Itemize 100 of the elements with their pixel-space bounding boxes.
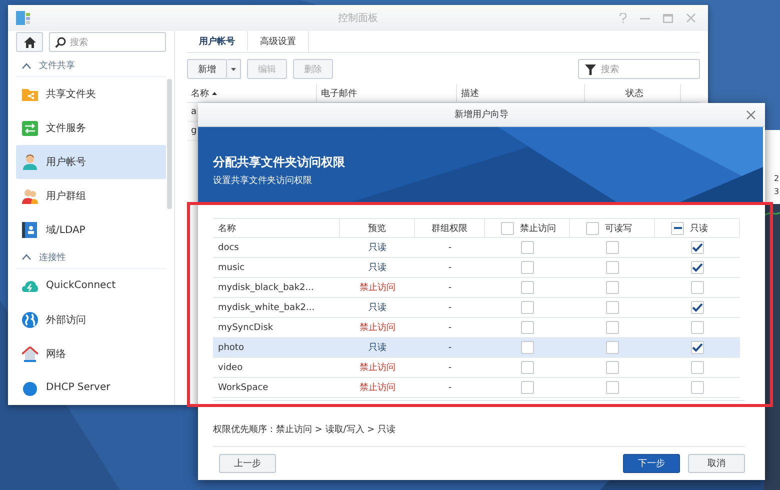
close-button[interactable] xyxy=(745,109,757,121)
checkbox[interactable] xyxy=(606,301,619,314)
table-cell: mySyncDisk xyxy=(218,322,274,332)
column-header[interactable]: 只读 xyxy=(690,222,708,234)
globe-icon xyxy=(22,312,38,328)
checkbox[interactable] xyxy=(521,381,534,394)
sidebar-item[interactable]: 用户群组 xyxy=(16,179,166,214)
checkbox[interactable] xyxy=(606,281,619,294)
table-cell: - xyxy=(448,322,452,332)
contact-book-icon xyxy=(22,222,38,238)
checkbox[interactable] xyxy=(606,341,619,354)
house-icon xyxy=(22,346,38,362)
column-header[interactable]: 预览 xyxy=(368,222,386,234)
checkmark-icon xyxy=(692,343,703,352)
checkbox[interactable] xyxy=(691,241,704,254)
maximize-icon xyxy=(663,13,673,23)
sidebar-item[interactable]: 用户帐号 xyxy=(16,145,166,180)
column-header[interactable]: 状态 xyxy=(585,84,681,102)
column-header[interactable]: 群组权限 xyxy=(432,222,468,234)
caret-icon xyxy=(231,68,236,70)
checkbox[interactable] xyxy=(606,261,619,274)
scrollbar[interactable] xyxy=(167,79,172,209)
checkbox[interactable] xyxy=(691,381,704,394)
checkbox[interactable] xyxy=(606,321,619,334)
checkbox[interactable] xyxy=(521,321,534,334)
checkbox[interactable] xyxy=(606,381,619,394)
table-row[interactable]: WorkSpace 禁止访问 - xyxy=(213,378,740,398)
table-row[interactable]: photo 只读 - xyxy=(213,338,740,358)
table-cell: docs xyxy=(218,242,239,252)
window-title: 控制面板 xyxy=(337,12,379,25)
checkbox[interactable] xyxy=(691,261,704,274)
checkbox[interactable] xyxy=(691,321,704,334)
table-cell: a xyxy=(191,107,197,117)
dialog-subheading: 设置共享文件夹访问权限 xyxy=(213,174,312,187)
table-cell: - xyxy=(448,262,452,272)
column-header[interactable]: 电子邮件 xyxy=(317,84,457,102)
checkbox[interactable] xyxy=(521,341,534,354)
table-cell-text: 禁止访问 xyxy=(360,322,396,334)
sidebar-item[interactable]: QuickConnect xyxy=(16,268,166,303)
table-row[interactable]: mydisk_black_bak2... 禁止访问 - xyxy=(213,278,740,298)
checkbox[interactable] xyxy=(521,301,534,314)
dropdown-button[interactable] xyxy=(227,59,241,79)
table-cell-text: 禁止访问 xyxy=(360,282,396,294)
home-icon xyxy=(24,36,36,48)
section-header[interactable]: 文件共享 xyxy=(39,59,75,72)
checkbox[interactable] xyxy=(691,281,704,294)
checkmark-icon xyxy=(692,263,703,272)
table-cell: g xyxy=(191,126,197,136)
table-row[interactable]: docs 只读 - xyxy=(213,238,740,258)
sidebar-item[interactable]: 域/LDAP xyxy=(16,213,166,248)
table-cell-text: 只读 xyxy=(368,302,386,314)
checkbox[interactable] xyxy=(606,241,619,254)
table-row[interactable]: mydisk_white_bak2... 只读 - xyxy=(213,298,740,318)
app-icon xyxy=(16,11,30,25)
sidebar-item[interactable]: DHCP Server xyxy=(16,370,166,405)
table-row[interactable]: video 禁止访问 - xyxy=(213,358,740,378)
sidebar-item[interactable]: 共享文件夹 xyxy=(16,76,166,111)
checkbox[interactable] xyxy=(606,361,619,374)
users-icon xyxy=(22,188,38,204)
checkbox[interactable] xyxy=(691,301,704,314)
tab[interactable]: 高级设置 xyxy=(248,31,309,52)
checkbox[interactable] xyxy=(521,281,534,294)
dash-icon xyxy=(674,227,682,229)
table-row[interactable]: music 只读 - xyxy=(213,258,740,278)
toolbar-button[interactable]: 新增 xyxy=(187,59,227,79)
sidebar-item[interactable]: 网络 xyxy=(16,336,166,371)
tab[interactable]: 用户帐号 xyxy=(187,31,248,52)
checkbox[interactable] xyxy=(521,241,534,254)
checkbox[interactable] xyxy=(691,361,704,374)
table-cell-text: 只读 xyxy=(368,262,386,274)
sidebar-item[interactable]: 文件服务 xyxy=(16,110,166,146)
checkbox[interactable] xyxy=(521,361,534,374)
table-cell: - xyxy=(448,342,452,352)
dialog-title: 新增用户向导 xyxy=(454,108,508,121)
table-cell-text: 禁止访问 xyxy=(360,382,396,394)
home-button[interactable] xyxy=(16,32,43,52)
section-header[interactable]: 连接性 xyxy=(39,250,66,264)
table-cell: - xyxy=(448,362,452,372)
checkbox[interactable] xyxy=(521,261,534,274)
circle-icon xyxy=(22,380,38,396)
checkbox[interactable] xyxy=(586,222,599,234)
table-cell: photo xyxy=(218,342,244,352)
column-header[interactable]: 描述 xyxy=(457,84,585,102)
sparkline-drawing xyxy=(764,210,780,216)
checkbox[interactable] xyxy=(501,222,514,234)
column-header[interactable]: 禁止访问 xyxy=(520,222,556,234)
column-header[interactable]: 名称 xyxy=(187,84,317,102)
sidebar-item[interactable]: 外部访问 xyxy=(16,302,166,337)
next-button[interactable]: 下一步 xyxy=(623,454,680,473)
sort-up-icon xyxy=(212,92,217,94)
table-cell: - xyxy=(448,242,452,252)
checkbox[interactable] xyxy=(691,341,704,354)
column-header[interactable]: 名称 xyxy=(218,222,236,234)
back-button[interactable]: 上一步 xyxy=(219,454,276,473)
column-header[interactable]: 可读写 xyxy=(605,222,632,234)
close-icon xyxy=(746,110,756,120)
widget-value: 3 xyxy=(774,187,780,196)
checkbox[interactable] xyxy=(671,222,684,234)
cancel-button[interactable]: 取消 xyxy=(688,454,745,473)
table-cell: - xyxy=(448,282,452,292)
